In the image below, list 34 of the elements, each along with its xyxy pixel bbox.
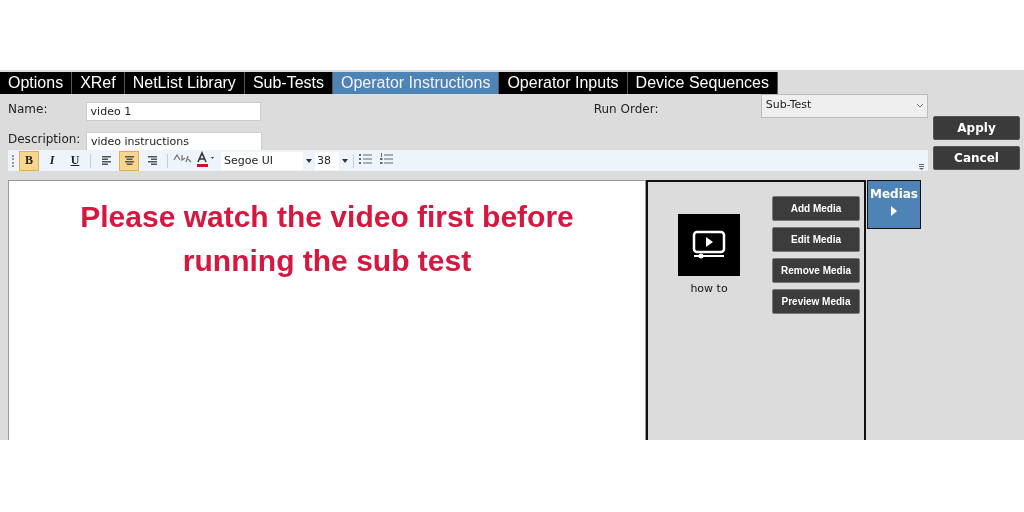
media-button[interactable]: Edit Media: [772, 227, 860, 252]
align-center-icon: [123, 155, 135, 166]
text-editor[interactable]: Please watch the video first before running the sub test: [8, 180, 646, 440]
caret-icon[interactable]: [306, 158, 312, 163]
triangle-icon: [890, 205, 898, 217]
align-right-icon: [146, 155, 158, 166]
input-field[interactable]: video 1: [85, 101, 261, 121]
media-thumbnail[interactable]: [678, 214, 740, 276]
dropdown[interactable]: Sub-Test: [760, 94, 928, 118]
bold-button[interactable]: B: [19, 150, 39, 171]
align-center-button[interactable]: [119, 150, 139, 171]
font-dropdown[interactable]: Segoe UI: [221, 151, 303, 170]
tab[interactable]: Operator Instructions: [333, 72, 500, 94]
media-button[interactable]: Remove Media: [772, 258, 860, 283]
field-label: Name:: [8, 102, 49, 116]
video-icon: [692, 230, 726, 260]
media-button[interactable]: Preview Media: [772, 289, 860, 314]
media-button[interactable]: Add Media: [772, 196, 860, 221]
instruction-text: Please watch the video first before running the sub test: [79, 199, 575, 279]
italic-button[interactable]: I: [42, 150, 62, 171]
caret-icon: [917, 104, 923, 108]
grip-icon: [12, 154, 16, 167]
action-button[interactable]: Cancel: [933, 146, 1020, 170]
size-dropdown[interactable]: 38: [315, 151, 339, 170]
field-label: Run Order:: [593, 102, 660, 116]
align-left-icon: [100, 155, 112, 166]
resize-icon: [919, 164, 924, 170]
media-caption: how to: [690, 282, 728, 295]
action-button[interactable]: Apply: [933, 116, 1020, 140]
field-label: Description:: [8, 132, 82, 146]
medias-tab[interactable]: Medias: [867, 180, 921, 229]
underline-button[interactable]: U: [65, 150, 85, 171]
input-field[interactable]: video instructions: [86, 131, 262, 151]
caret-icon[interactable]: [342, 158, 348, 163]
